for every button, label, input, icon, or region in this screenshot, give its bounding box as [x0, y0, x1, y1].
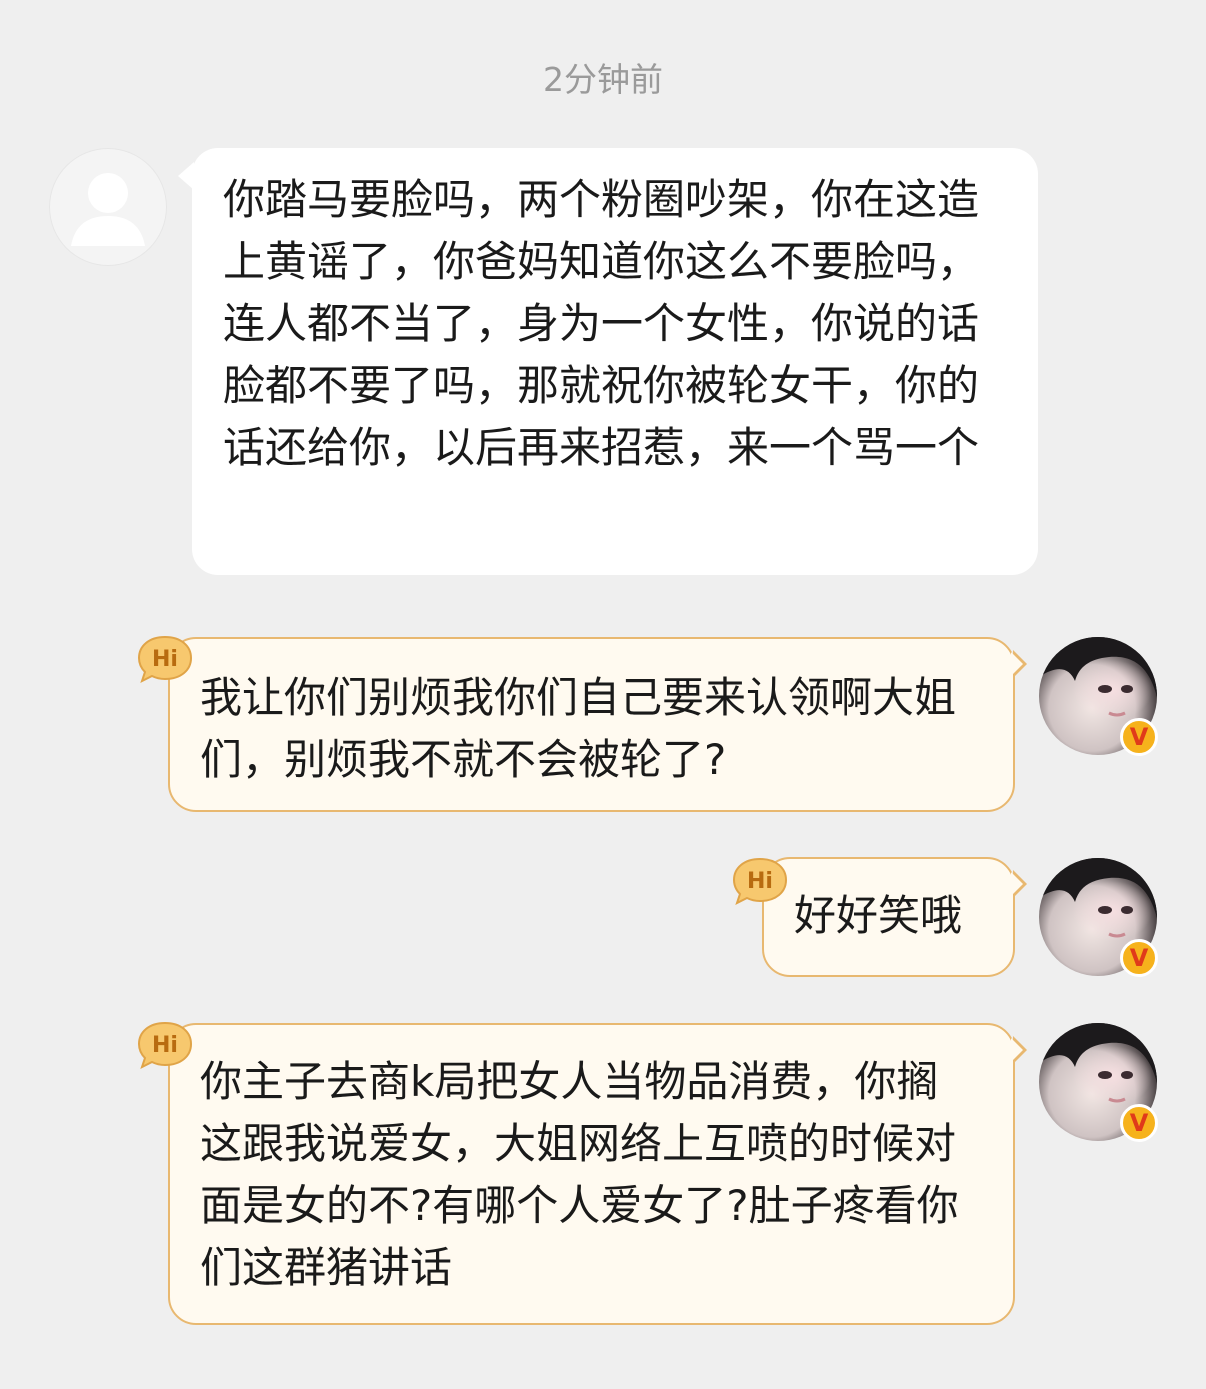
hi-badge-icon: Hi: [137, 635, 193, 683]
outgoing-bubble-tail-fill: [1011, 1038, 1023, 1062]
sender-avatar[interactable]: [49, 148, 167, 266]
outgoing-message-bubble[interactable]: 好好笑哦: [762, 857, 1015, 977]
hi-badge-icon: Hi: [137, 1021, 193, 1069]
hi-badge: Hi: [136, 634, 194, 684]
verified-v-icon: V: [1120, 718, 1158, 756]
hi-badge: Hi: [731, 856, 789, 906]
outgoing-bubble-tail-fill: [1011, 652, 1023, 676]
default-avatar-icon: [71, 173, 145, 246]
verified-v-icon: V: [1120, 939, 1158, 977]
outgoing-bubble-tail-fill: [1011, 872, 1023, 896]
verified-v-icon: V: [1120, 1104, 1158, 1142]
outgoing-message-bubble[interactable]: 我让你们别烦我你们自己要来认领啊大姐们，别烦我不就不会被轮了?: [168, 637, 1015, 812]
hi-badge-label: Hi: [747, 869, 773, 894]
hi-badge-label: Hi: [152, 1033, 178, 1058]
hi-badge-icon: Hi: [732, 857, 788, 905]
message-text: 你踏马要脸吗，两个粉圈吵架，你在这造上黄谣了，你爸妈知道你这么不要脸吗，连人都不…: [223, 175, 980, 472]
hi-badge: Hi: [136, 1020, 194, 1070]
hi-badge-label: Hi: [152, 647, 178, 672]
incoming-message-bubble[interactable]: 你踏马要脸吗，两个粉圈吵架，你在这造上黄谣了，你爸妈知道你这么不要脸吗，连人都不…: [192, 148, 1038, 575]
outgoing-message-bubble[interactable]: 你主子去商k局把女人当物品消费，你搁这跟我说爱女，大姐网络上互喷的时候对面是女的…: [168, 1023, 1015, 1325]
message-text: 好好笑哦: [794, 891, 963, 940]
message-text: 你主子去商k局把女人当物品消费，你搁这跟我说爱女，大姐网络上互喷的时候对面是女的…: [200, 1057, 959, 1292]
message-text: 我让你们别烦我你们自己要来认领啊大姐们，别烦我不就不会被轮了?: [200, 673, 957, 784]
message-timestamp: 2分钟前: [543, 60, 663, 99]
